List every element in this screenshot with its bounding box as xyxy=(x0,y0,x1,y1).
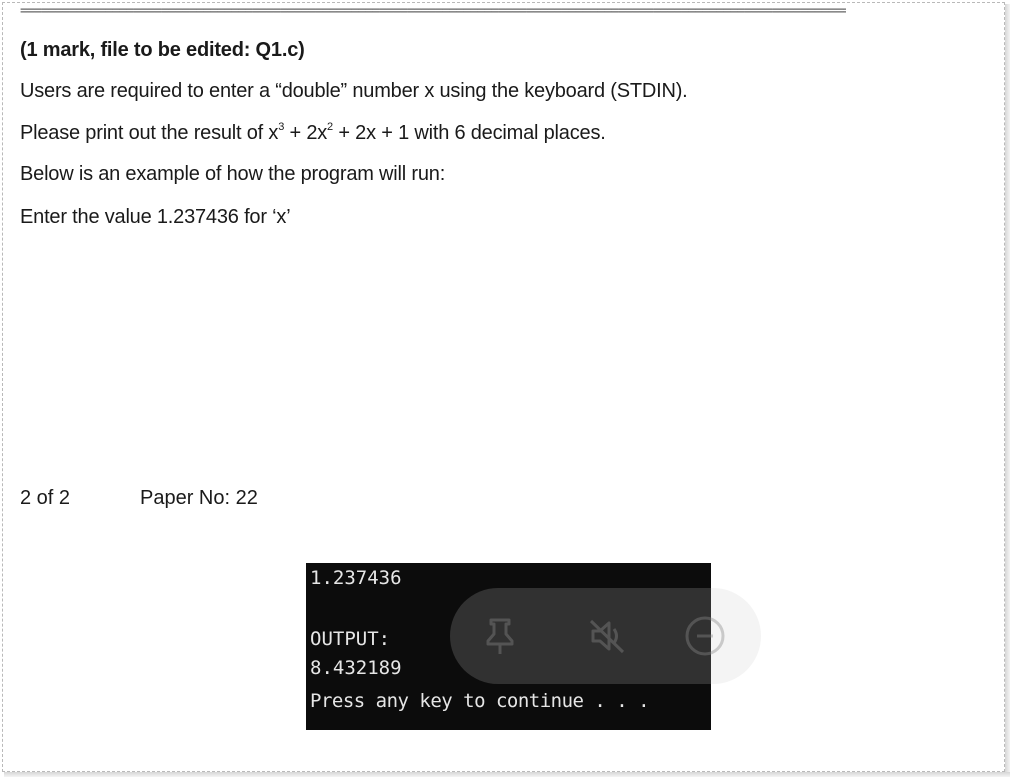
formula-prefix: Please print out the result of x xyxy=(20,122,279,144)
page-shadow-right xyxy=(1005,4,1010,776)
mute-icon[interactable] xyxy=(583,612,631,660)
question-input-instruction: Users are required to enter a “double” n… xyxy=(20,80,688,102)
page-shadow-bottom xyxy=(4,772,1010,777)
console-output-value: 8.432189 xyxy=(310,657,402,679)
console-output-label: OUTPUT: xyxy=(310,628,391,650)
example-intro: Below is an example of how the program w… xyxy=(20,163,446,185)
paper-number: Paper No: 22 xyxy=(140,487,258,509)
pin-icon[interactable] xyxy=(476,612,524,660)
example-value: Enter the value 1.237436 for ‘x’ xyxy=(20,206,291,228)
question-formula-instruction: Please print out the result of x3 + 2x2 … xyxy=(20,121,606,145)
formula-suffix: + 2x + 1 with 6 decimal places. xyxy=(332,122,606,144)
floating-media-controls xyxy=(450,588,761,684)
console-continue-prompt: Press any key to continue . . . xyxy=(310,690,650,712)
formula-middle: + 2x xyxy=(284,122,328,144)
console-input-value: 1.237436 xyxy=(310,567,402,589)
page-number: 2 of 2 xyxy=(20,487,71,509)
question-heading: (1 mark, file to be edited: Q1.c) xyxy=(20,39,305,61)
separator-line: ========================================… xyxy=(20,4,846,18)
minus-circle-icon[interactable] xyxy=(681,612,729,660)
